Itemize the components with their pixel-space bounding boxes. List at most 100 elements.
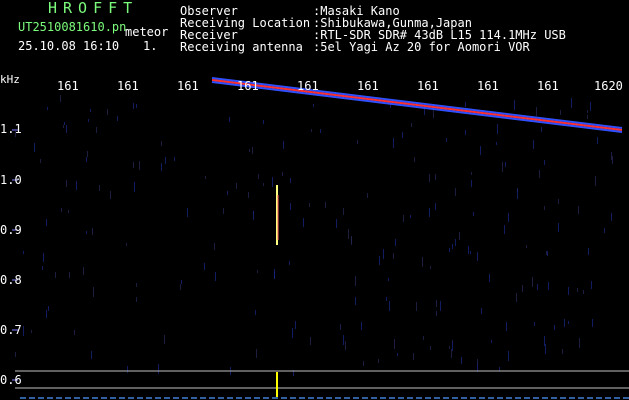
noise-streak <box>440 301 441 311</box>
noise-streak <box>429 208 430 217</box>
noise-streak <box>537 284 538 290</box>
noise-streak <box>471 172 472 175</box>
noise-streak <box>227 191 228 195</box>
noise-streak <box>55 272 56 278</box>
noise-streak <box>117 116 118 121</box>
noise-streak <box>558 199 559 204</box>
noise-streak <box>502 162 503 172</box>
noise-streak <box>562 349 563 354</box>
x-tick-label: 161 <box>357 79 379 93</box>
noise-streak <box>604 228 605 233</box>
noise-streak <box>506 322 507 331</box>
noise-streak <box>180 284 181 290</box>
noise-streak <box>158 364 159 374</box>
noise-streak <box>63 125 64 128</box>
noise-streak <box>541 127 542 132</box>
meteor-count: 1. <box>143 39 158 53</box>
noise-streak <box>311 129 312 132</box>
noise-streak <box>597 137 598 144</box>
noise-streak <box>46 310 47 318</box>
noise-streak <box>336 219 337 228</box>
noise-streak <box>127 366 128 373</box>
app-title: HROFFT <box>48 0 139 17</box>
noise-streak <box>568 321 569 324</box>
noise-streak <box>393 138 394 148</box>
noise-streak <box>31 330 32 333</box>
noise-streak <box>378 359 379 363</box>
noise-streak <box>272 177 273 187</box>
noise-streak <box>355 297 356 305</box>
noise-streak <box>64 122 65 125</box>
noise-streak <box>357 140 358 144</box>
noise-streak <box>257 270 258 273</box>
noise-streak <box>292 328 293 338</box>
noise-streak <box>548 282 549 290</box>
x-tick-label: 161 <box>297 79 319 93</box>
noise-streak <box>481 308 482 314</box>
hrofft-window: HROFFT UT2510081610.pn meteor 25.10.08 1… <box>0 0 629 400</box>
noise-streak <box>544 336 545 346</box>
noise-streak <box>588 248 589 255</box>
noise-streak <box>410 215 411 218</box>
noise-streak <box>571 98 572 108</box>
noise-streak <box>69 272 70 278</box>
noise-streak <box>590 102 591 111</box>
noise-streak <box>508 351 509 361</box>
noise-streak <box>164 335 165 344</box>
noise-streak <box>363 361 364 366</box>
noise-streak <box>205 176 206 179</box>
noise-streak <box>96 127 97 133</box>
noise-streak <box>397 353 398 356</box>
noise-streak <box>204 263 205 270</box>
noise-streak <box>68 210 69 213</box>
x-tick-label: 161 <box>537 79 559 93</box>
noise-streak <box>435 203 436 210</box>
noise-streak <box>560 110 561 115</box>
noise-streak <box>455 239 456 246</box>
noise-streak <box>423 336 424 340</box>
noise-streak <box>465 130 466 135</box>
noise-streak <box>136 104 137 108</box>
noise-streak <box>34 143 35 152</box>
noise-streak <box>564 319 565 327</box>
y-tick-label: 0.9 <box>0 223 22 237</box>
noise-streak <box>544 160 545 165</box>
noise-streak <box>611 213 612 221</box>
noise-streak <box>303 218 304 227</box>
noise-streak <box>87 151 88 157</box>
noise-streak <box>536 107 537 116</box>
noise-streak <box>309 203 310 207</box>
noise-streak <box>534 322 535 326</box>
noise-streak <box>91 351 92 359</box>
noise-streak <box>181 280 182 284</box>
noise-streak <box>40 159 41 163</box>
noise-streak <box>107 109 108 115</box>
noise-streak <box>340 324 341 330</box>
noise-streak <box>367 193 368 198</box>
noise-streak <box>43 253 44 262</box>
y-tick-label: 0.7 <box>0 323 22 337</box>
noise-streak <box>161 141 162 146</box>
noise-streak <box>274 269 275 279</box>
noise-streak <box>568 287 569 295</box>
noise-streak <box>505 162 506 167</box>
spectrogram-plot <box>12 77 629 399</box>
noise-streak <box>263 183 264 186</box>
noise-streak <box>60 95 61 102</box>
noise-streak <box>383 249 384 259</box>
noise-streak <box>46 219 47 226</box>
noise-streak <box>83 267 84 275</box>
noise-streak <box>325 202 326 208</box>
noise-streak <box>355 276 356 286</box>
noise-streak <box>90 109 91 112</box>
noise-streak <box>465 102 466 107</box>
noise-streak <box>394 339 395 349</box>
noise-streak <box>133 162 134 168</box>
antenna-label: Receiving antenna <box>180 40 303 54</box>
noise-streak <box>612 156 613 164</box>
noise-streak <box>452 342 453 351</box>
noise-streak <box>253 211 254 220</box>
noise-streak <box>313 104 314 107</box>
meteor-label: meteor <box>125 25 169 39</box>
noise-streak <box>48 306 49 311</box>
